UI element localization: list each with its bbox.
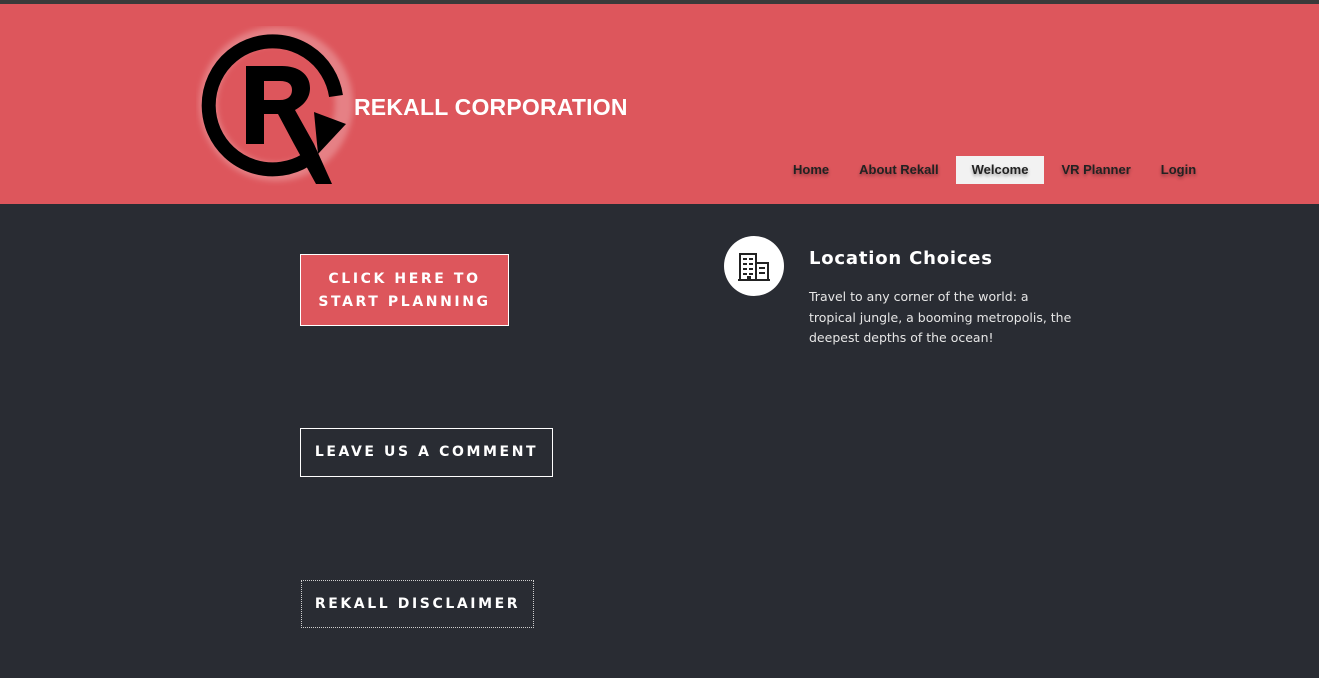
feature-title: Location Choices (809, 248, 993, 269)
main-nav: Home About Rekall Welcome VR Planner Log… (780, 156, 1213, 184)
site-header: REKALL CORPORATION Home About Rekall Wel… (0, 4, 1319, 204)
feature-icon-circle (724, 236, 784, 296)
nav-item-vr-planner[interactable]: VR Planner (1048, 156, 1143, 184)
nav-item-login[interactable]: Login (1148, 156, 1209, 184)
rekall-disclaimer-button[interactable]: REKALL DISCLAIMER (301, 580, 534, 628)
start-planning-label-line2: START PLANNING (318, 294, 491, 310)
leave-comment-button[interactable]: LEAVE US A COMMENT (300, 428, 553, 477)
building-icon (738, 253, 770, 281)
start-planning-label-line1: CLICK HERE TO (328, 271, 481, 287)
start-planning-button[interactable]: CLICK HERE TO START PLANNING (300, 254, 509, 326)
nav-item-about-rekall[interactable]: About Rekall (846, 156, 951, 184)
rekall-logo-icon[interactable] (196, 26, 356, 186)
brand-title: REKALL CORPORATION (354, 94, 628, 120)
nav-item-home[interactable]: Home (780, 156, 842, 184)
feature-description: Travel to any corner of the world: a tro… (809, 289, 1072, 345)
nav-item-welcome[interactable]: Welcome (955, 156, 1045, 184)
